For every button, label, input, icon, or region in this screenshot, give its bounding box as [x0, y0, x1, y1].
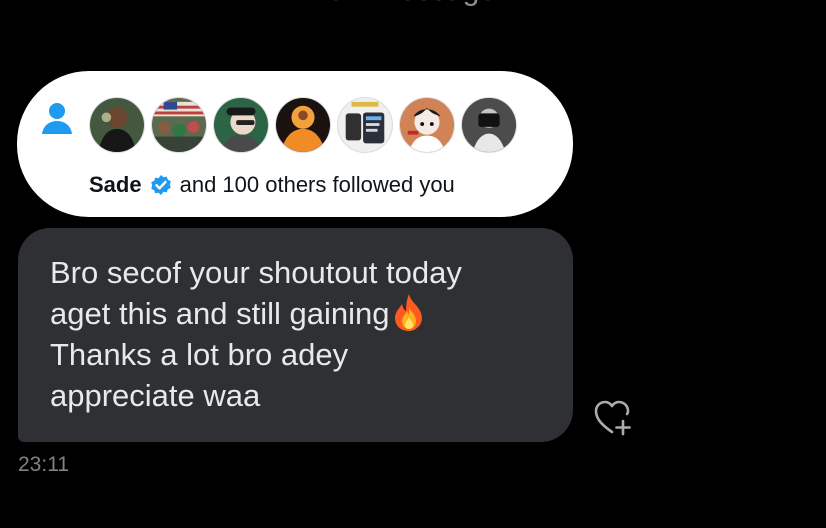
new-message-label: New message [0, 0, 826, 8]
message-line: Thanks a lot bro adey [50, 337, 349, 372]
avatar[interactable] [213, 97, 269, 153]
message-line-with-emoji: aget this and still gaining [50, 293, 545, 334]
verified-badge-icon [150, 174, 172, 196]
follow-summary: Sade and 100 others followed you [89, 170, 455, 200]
person-icon [40, 101, 74, 135]
avatar[interactable] [461, 97, 517, 153]
avatar[interactable] [399, 97, 455, 153]
follower-avatar-group [89, 97, 529, 155]
message-bubble[interactable]: Bro secof your shoutout today aget this … [18, 228, 573, 442]
fire-icon [392, 293, 426, 331]
message-timestamp: 23:11 [18, 453, 69, 476]
heart-plus-icon[interactable] [592, 398, 634, 438]
follow-summary-text: and 100 others followed you [179, 172, 455, 197]
avatar[interactable] [337, 97, 393, 153]
avatar[interactable] [151, 97, 207, 153]
avatar[interactable] [89, 97, 145, 153]
dm-conversation-view: New message [0, 0, 826, 528]
message-line: aget this and still gaining [50, 296, 390, 331]
message-line: Bro secof your shoutout today [50, 255, 462, 290]
follower-name[interactable]: Sade [89, 170, 142, 200]
avatar[interactable] [275, 97, 331, 153]
follow-notification-card[interactable]: Sade and 100 others followed you [17, 71, 573, 217]
message-line: appreciate waa [50, 378, 261, 413]
